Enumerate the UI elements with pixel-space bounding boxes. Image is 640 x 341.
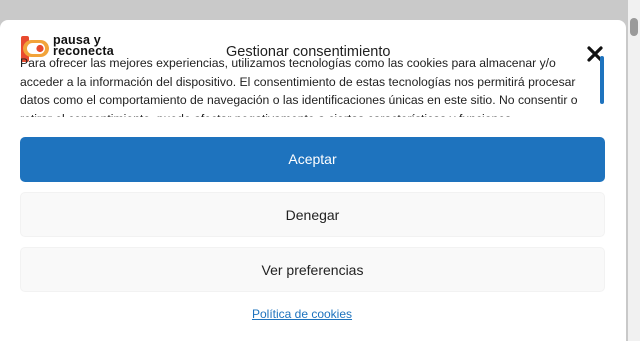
accept-button[interactable]: Aceptar — [20, 137, 605, 182]
deny-button[interactable]: Denegar — [20, 192, 605, 237]
message-scrollbar[interactable] — [600, 56, 604, 104]
page-scrollbar-thumb[interactable] — [630, 18, 638, 36]
view-preferences-button[interactable]: Ver preferencias — [20, 247, 605, 292]
page-scrollbar-track[interactable] — [628, 0, 640, 341]
message-scroll-area[interactable]: Para ofrecer las mejores experiencias, u… — [20, 54, 598, 117]
cookie-policy-link[interactable]: Política de cookies — [0, 307, 604, 321]
consent-dialog: pausa y reconecta Gestionar consentimien… — [0, 20, 626, 341]
consent-message: Para ofrecer las mejores experiencias, u… — [20, 56, 578, 117]
